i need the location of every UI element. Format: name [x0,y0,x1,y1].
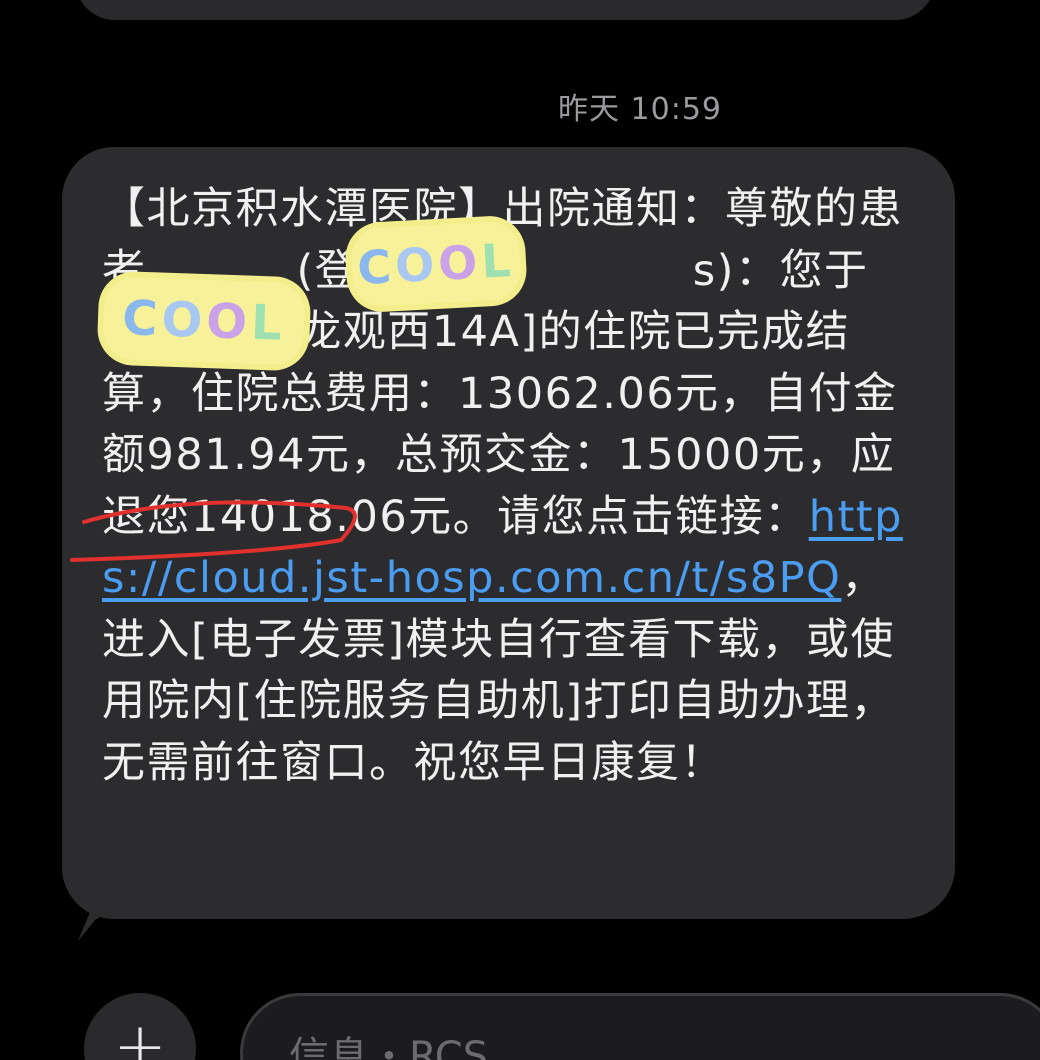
add-attachment-button[interactable]: + [84,993,196,1060]
previous-message-bubble [75,0,935,20]
cool-sticker-1: COOL [350,220,522,308]
message-input-placeholder: 信息・RCS [289,1034,489,1060]
message-timestamp: 昨天 10:59 [558,92,722,127]
cool-sticker-2: COOL [102,276,306,366]
message-input[interactable]: 信息・RCS [240,993,1040,1060]
plus-icon: + [113,1010,167,1060]
